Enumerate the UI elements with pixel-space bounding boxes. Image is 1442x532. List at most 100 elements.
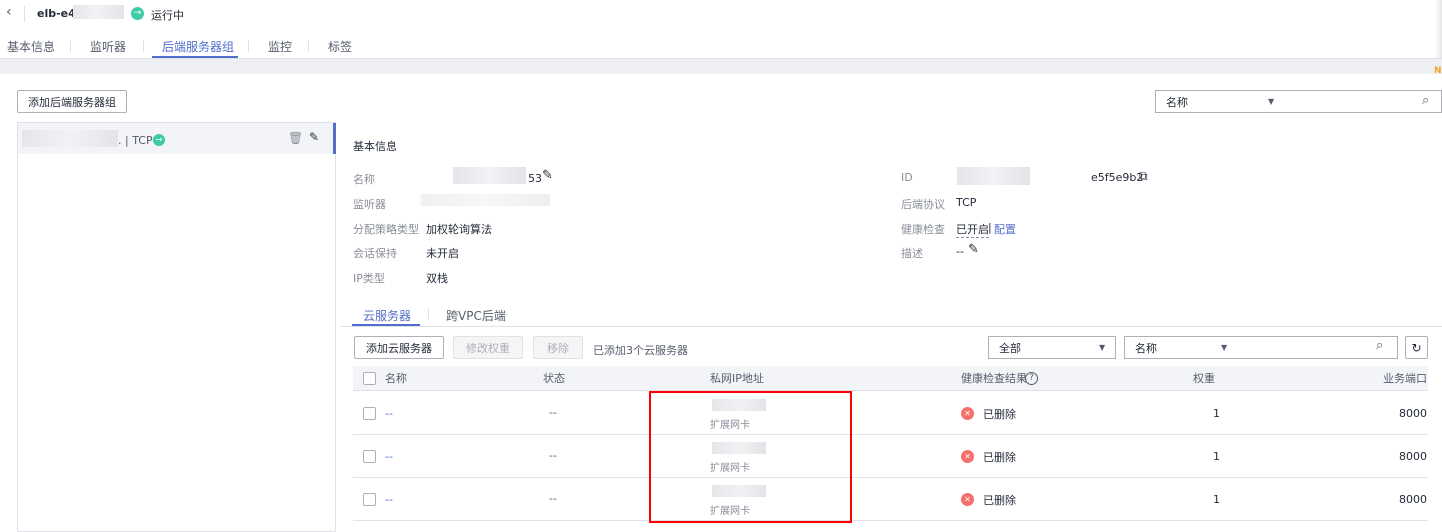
id-value: e5f5e9b2 xyxy=(1091,171,1144,184)
desc-label: 描述 xyxy=(901,247,923,260)
algo-label: 分配策略类型 xyxy=(353,223,419,236)
filter-select[interactable]: 全部 xyxy=(988,336,1116,359)
weight-value: 1 xyxy=(1213,407,1220,420)
health-label: 健康检查 xyxy=(901,223,945,236)
error-icon: ✕ xyxy=(961,407,974,420)
protocol-label: 后端协议 xyxy=(901,198,945,211)
desc-value: -- xyxy=(956,245,964,258)
iptype-value: 双栈 xyxy=(426,272,448,285)
edit-icon[interactable]: ✎ xyxy=(542,168,553,183)
back-icon[interactable]: ‹ xyxy=(6,4,12,20)
header-ip: 私网IP地址 xyxy=(710,372,764,385)
row-checkbox[interactable] xyxy=(363,493,376,506)
table-row xyxy=(353,392,1428,435)
search-field-label: 名称 xyxy=(1135,341,1157,355)
tab-tags[interactable]: 标签 xyxy=(328,38,352,55)
redacted-group-name xyxy=(22,130,118,147)
table-row xyxy=(353,435,1428,478)
search-field-label: 名称 xyxy=(1166,95,1188,109)
chevron-down-icon: ▼ xyxy=(1221,343,1228,352)
weight-value: 1 xyxy=(1213,493,1220,506)
section-title: 基本信息 xyxy=(353,140,397,153)
server-status: -- xyxy=(549,449,557,462)
redacted-title xyxy=(73,5,124,19)
server-name[interactable]: -- xyxy=(385,407,393,420)
add-backend-group-button[interactable]: 添加后端服务器组 xyxy=(17,90,127,113)
port-value: 8000 xyxy=(1399,493,1427,506)
table-row xyxy=(353,478,1428,521)
name-label: 名称 xyxy=(353,173,375,186)
health-result: 已删除 xyxy=(983,451,1016,464)
tab-ecs[interactable]: 云服务器 xyxy=(363,307,411,324)
name-value: 53 xyxy=(528,172,542,185)
server-name[interactable]: -- xyxy=(385,493,393,506)
running-icon: → xyxy=(131,7,144,20)
server-status: -- xyxy=(549,492,557,505)
health-separator: | xyxy=(988,221,992,234)
server-search-input[interactable] xyxy=(1235,336,1398,359)
running-icon: → xyxy=(153,134,165,146)
help-icon[interactable]: ? xyxy=(1025,372,1038,385)
group-list xyxy=(17,122,336,532)
server-search-field-select[interactable]: 名称 xyxy=(1124,336,1236,359)
health-config-link[interactable]: 配置 xyxy=(994,221,1016,237)
edit-icon[interactable]: ✎ xyxy=(309,130,319,144)
tab-cross-vpc[interactable]: 跨VPC后端 xyxy=(446,307,506,324)
notice-marker: N xyxy=(1434,66,1442,76)
health-result: 已删除 xyxy=(983,408,1016,421)
redacted-name xyxy=(453,167,526,184)
redacted-listener xyxy=(421,194,550,206)
weight-value: 1 xyxy=(1213,450,1220,463)
scroll-edge xyxy=(1435,0,1442,58)
chevron-down-icon: ▼ xyxy=(1268,97,1275,106)
header-health: 健康检查结果 xyxy=(961,372,1027,385)
header-name[interactable]: 名称 xyxy=(385,366,407,391)
row-checkbox[interactable] xyxy=(363,450,376,463)
tab-backend-groups[interactable]: 后端服务器组 xyxy=(162,38,234,55)
edit-icon[interactable]: ✎ xyxy=(968,242,979,257)
chevron-down-icon: ▼ xyxy=(1099,343,1106,352)
id-label: ID xyxy=(901,171,913,184)
select-all-checkbox[interactable] xyxy=(363,372,376,385)
tab-listeners[interactable]: 监听器 xyxy=(90,38,126,55)
subtab-border xyxy=(340,326,1442,327)
refresh-button[interactable]: ↻ xyxy=(1405,336,1428,359)
row-checkbox[interactable] xyxy=(363,407,376,420)
tab-separator xyxy=(70,40,71,52)
port-value: 8000 xyxy=(1399,450,1427,463)
search-input[interactable] xyxy=(1283,90,1442,113)
session-value: 未开启 xyxy=(426,247,459,260)
filter-label: 全部 xyxy=(999,341,1021,355)
listener-label: 监听器 xyxy=(353,198,386,211)
divider xyxy=(24,6,25,22)
health-result: 已删除 xyxy=(983,494,1016,507)
status-text: 运行中 xyxy=(151,9,184,22)
tab-separator xyxy=(248,40,249,52)
server-count-text: 已添加3个云服务器 xyxy=(593,344,688,357)
header-status: 状态 xyxy=(543,372,565,385)
table-header xyxy=(353,366,1428,391)
tab-basic-info[interactable]: 基本信息 xyxy=(7,38,55,55)
server-status: -- xyxy=(549,406,557,419)
session-label: 会话保持 xyxy=(353,247,397,260)
server-name[interactable]: -- xyxy=(385,450,393,463)
protocol-value: TCP xyxy=(956,196,977,209)
group-protocol: . | TCP xyxy=(118,134,153,147)
tab-separator xyxy=(428,308,429,320)
copy-icon[interactable]: ⧉ xyxy=(1139,169,1148,184)
add-server-button[interactable]: 添加云服务器 xyxy=(354,336,444,359)
remove-button[interactable]: 移除 xyxy=(533,336,583,359)
gray-band xyxy=(0,58,1442,74)
tab-monitoring[interactable]: 监控 xyxy=(268,38,292,55)
modify-weight-button[interactable]: 修改权重 xyxy=(453,336,523,359)
algo-value: 加权轮询算法 xyxy=(426,223,492,236)
search-icon[interactable]: ⌕ xyxy=(1422,93,1429,108)
search-field-select[interactable]: 名称 xyxy=(1155,90,1285,113)
tab-separator xyxy=(308,40,309,52)
active-subtab-underline xyxy=(352,324,420,326)
highlight-box xyxy=(649,391,852,523)
search-icon[interactable]: ⌕ xyxy=(1376,338,1383,353)
iptype-label: IP类型 xyxy=(353,272,385,285)
error-icon: ✕ xyxy=(961,493,974,506)
delete-icon[interactable]: 🗑 xyxy=(288,131,303,145)
